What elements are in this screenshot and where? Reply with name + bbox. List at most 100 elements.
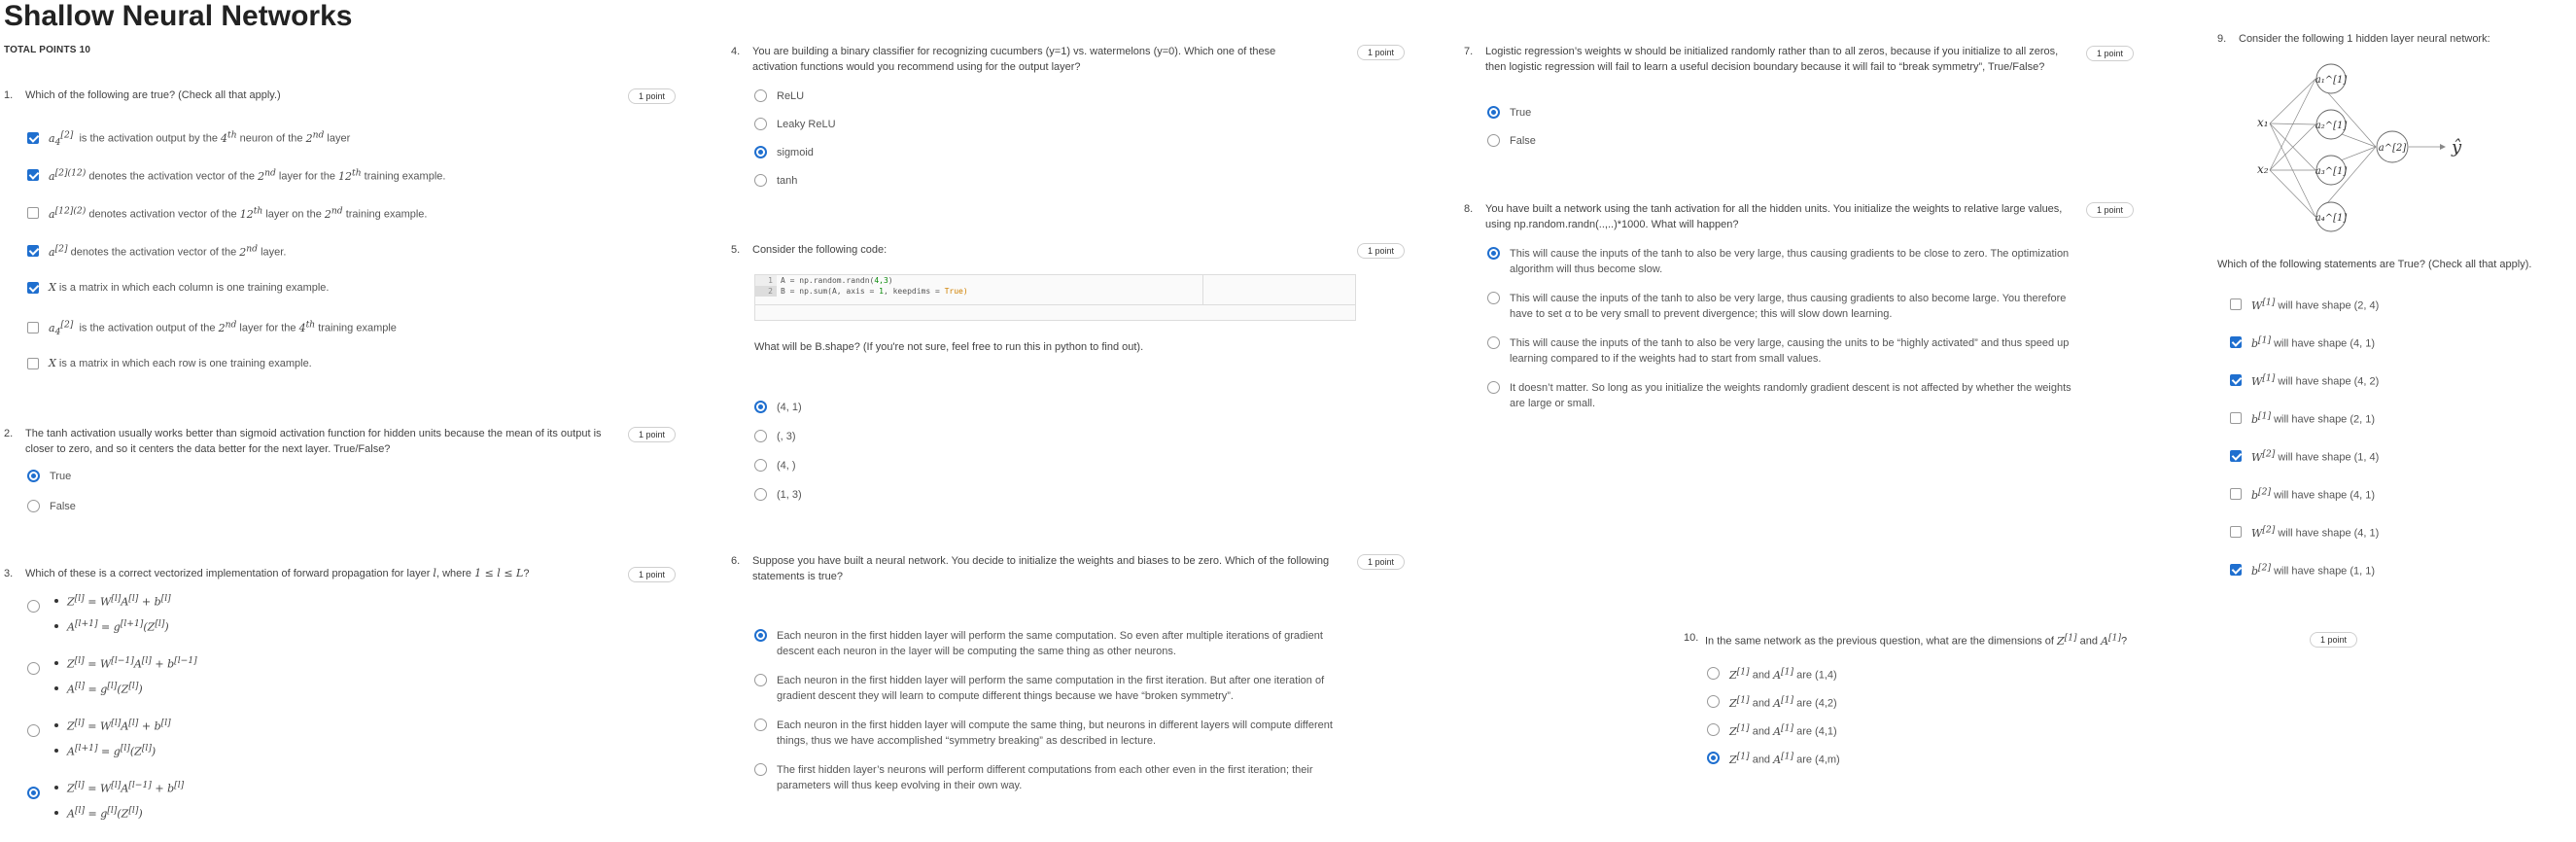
checkbox[interactable]	[2230, 525, 2242, 538]
radio-button[interactable]	[27, 787, 40, 799]
radio-button[interactable]	[754, 174, 767, 187]
radio-button[interactable]	[1487, 336, 1500, 349]
radio-button[interactable]	[754, 719, 767, 731]
option-label: X is a matrix in which each column is on…	[49, 281, 330, 294]
option-label: a4[2] is the activation output of the 2n…	[49, 319, 397, 337]
radio-button[interactable]	[754, 629, 767, 642]
option-q6-1[interactable]: Each neuron in the first hidden layer wi…	[754, 628, 1340, 659]
option-q2-false[interactable]: False	[27, 500, 76, 512]
option-label: b[2] will have shape (1, 1)	[2251, 562, 2376, 578]
option-q8-3[interactable]: This will cause the inputs of the tanh t…	[1487, 335, 2073, 367]
hidden-unit-1: a₁^[1]	[2315, 75, 2348, 86]
option-q4-leaky-relu[interactable]: Leaky ReLU	[754, 118, 836, 130]
input-x1: x₁	[2257, 116, 2269, 129]
checkbox[interactable]	[2230, 298, 2242, 310]
option-q1-3[interactable]: a[12](2) denotes activation vector of th…	[27, 205, 427, 221]
radio-button[interactable]	[1487, 247, 1500, 260]
checkbox[interactable]	[27, 168, 39, 181]
option-q3-3[interactable]	[27, 724, 50, 737]
radio-button[interactable]	[754, 146, 767, 158]
option-q1-1[interactable]: a4[2] is the activation output by the 4t…	[27, 129, 350, 148]
option-q9-7[interactable]: W[2] will have shape (4, 1)	[2230, 524, 2379, 540]
radio-button[interactable]	[1487, 106, 1500, 119]
option-q4-relu[interactable]: ReLU	[754, 89, 804, 102]
radio-button[interactable]	[754, 118, 767, 130]
option-q1-5[interactable]: X is a matrix in which each column is on…	[27, 281, 329, 294]
radio-button[interactable]	[1707, 695, 1720, 709]
code-line: B = np.sum(A, axis = 1, keepdims = True)	[781, 287, 968, 296]
option-q6-3[interactable]: Each neuron in the first hidden layer wi…	[754, 718, 1340, 749]
option-q9-6[interactable]: b[2] will have shape (4, 1)	[2230, 486, 2375, 502]
option-q10-1[interactable]: Z[1] and A[1] are (1,4)	[1707, 666, 1837, 682]
radio-button[interactable]	[754, 488, 767, 501]
option-q1-7[interactable]: X is a matrix in which each row is one t…	[27, 357, 312, 369]
option-q9-5[interactable]: W[2] will have shape (1, 4)	[2230, 448, 2379, 464]
radio-button[interactable]	[754, 763, 767, 776]
checkbox[interactable]	[27, 206, 39, 219]
option-label: a[2](12) denotes the activation vector o…	[49, 167, 446, 183]
option-q7-true[interactable]: True	[1487, 106, 1531, 119]
option-q9-2[interactable]: b[1] will have shape (4, 1)	[2230, 334, 2375, 350]
option-q5-3[interactable]: (4, )	[754, 459, 796, 472]
radio-button[interactable]	[27, 600, 40, 613]
points-badge: 1 point	[1357, 554, 1406, 570]
option-q10-4[interactable]: Z[1] and A[1] are (4,m)	[1707, 751, 1840, 766]
option-q8-2[interactable]: This will cause the inputs of the tanh t…	[1487, 291, 2073, 322]
radio-button[interactable]	[1707, 667, 1720, 681]
option-q10-3[interactable]: Z[1] and A[1] are (4,1)	[1707, 722, 1837, 738]
option-q8-4[interactable]: It doesn’t matter. So long as you initia…	[1487, 380, 2073, 411]
option-q3-1[interactable]	[27, 600, 50, 613]
radio-button[interactable]	[754, 459, 767, 472]
option-q3-4[interactable]	[27, 787, 50, 799]
option-q9-1[interactable]: W[1] will have shape (2, 4)	[2230, 297, 2379, 312]
code-line: A = np.random.randn(4,3)	[781, 276, 893, 285]
option-q1-4[interactable]: a[2] denotes the activation vector of th…	[27, 243, 286, 259]
option-q5-2[interactable]: (, 3)	[754, 430, 796, 442]
radio-button[interactable]	[1487, 292, 1500, 304]
radio-button[interactable]	[27, 662, 40, 675]
radio-button[interactable]	[1707, 723, 1720, 737]
radio-button[interactable]	[1487, 134, 1500, 147]
option-q1-2[interactable]: a[2](12) denotes the activation vector o…	[27, 167, 445, 183]
checkbox[interactable]	[27, 244, 39, 257]
checkbox[interactable]	[2230, 411, 2242, 424]
option-q4-tanh[interactable]: tanh	[754, 174, 797, 187]
radio-button[interactable]	[754, 674, 767, 686]
option-q4-sigmoid[interactable]: sigmoid	[754, 146, 814, 158]
radio-button[interactable]	[27, 500, 40, 512]
option-q9-3[interactable]: W[1] will have shape (4, 2)	[2230, 372, 2379, 388]
option-q9-4[interactable]: b[1] will have shape (2, 1)	[2230, 410, 2375, 426]
checkbox[interactable]	[2230, 449, 2242, 462]
radio-button[interactable]	[1707, 752, 1720, 765]
option-q2-true[interactable]: True	[27, 470, 71, 482]
radio-button[interactable]	[27, 724, 40, 737]
checkbox[interactable]	[27, 132, 39, 145]
checkbox[interactable]	[2230, 563, 2242, 576]
checkbox[interactable]	[2230, 373, 2242, 386]
option-q9-8[interactable]: b[2] will have shape (1, 1)	[2230, 562, 2375, 578]
option-q3-2[interactable]	[27, 662, 50, 675]
question-number: 8.	[1464, 203, 1474, 215]
option-q6-2[interactable]: Each neuron in the first hidden layer wi…	[754, 673, 1340, 704]
option-q10-2[interactable]: Z[1] and A[1] are (4,2)	[1707, 694, 1837, 710]
radio-button[interactable]	[1487, 381, 1500, 394]
radio-button[interactable]	[754, 89, 767, 102]
option-q6-4[interactable]: The first hidden layer’s neurons will pe…	[754, 762, 1340, 793]
option-q1-6[interactable]: a4[2] is the activation output of the 2n…	[27, 319, 397, 337]
radio-button[interactable]	[27, 470, 40, 482]
checkbox[interactable]	[2230, 487, 2242, 500]
input-x2: x₂	[2257, 162, 2269, 176]
checkbox[interactable]	[27, 281, 39, 294]
option-label: (4, 1)	[777, 401, 802, 413]
option-label: b[1] will have shape (2, 1)	[2251, 410, 2376, 426]
option-q5-4[interactable]: (1, 3)	[754, 488, 802, 501]
option-q7-false[interactable]: False	[1487, 134, 1536, 147]
radio-button[interactable]	[754, 401, 767, 413]
checkbox[interactable]	[27, 357, 39, 369]
checkbox[interactable]	[2230, 335, 2242, 348]
checkbox[interactable]	[27, 322, 39, 334]
radio-button[interactable]	[754, 430, 767, 442]
option-q8-1[interactable]: This will cause the inputs of the tanh t…	[1487, 246, 2073, 277]
option-label: a4[2] is the activation output by the 4t…	[49, 129, 351, 148]
option-q5-1[interactable]: (4, 1)	[754, 401, 802, 413]
